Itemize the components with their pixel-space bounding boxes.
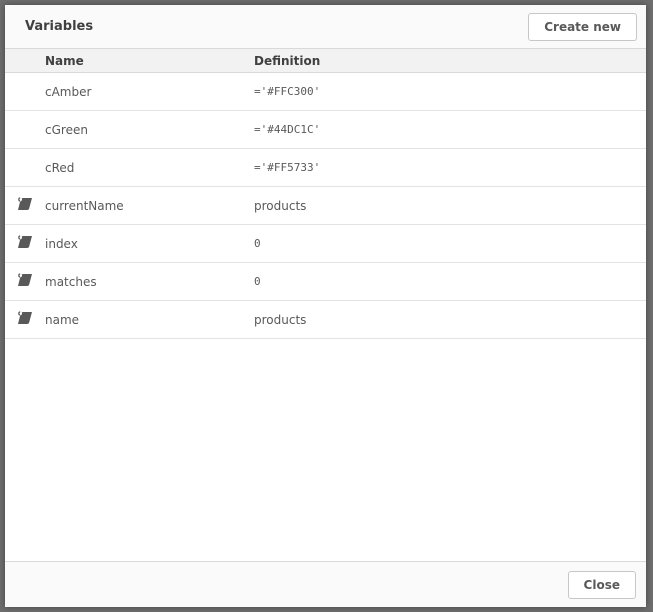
variable-definition: products bbox=[254, 198, 307, 213]
variable-row[interactable]: matches 0 bbox=[5, 263, 646, 301]
table-header: Name Definition bbox=[5, 49, 646, 73]
variable-name: currentName bbox=[45, 198, 124, 213]
script-icon bbox=[17, 235, 33, 252]
script-icon bbox=[17, 273, 33, 290]
column-header-definition[interactable]: Definition bbox=[254, 54, 646, 68]
variable-name: cAmber bbox=[45, 84, 92, 99]
variable-name: cRed bbox=[45, 160, 75, 175]
dialog-footer: Close bbox=[5, 561, 646, 607]
variable-definition: 0 bbox=[254, 275, 261, 288]
close-button[interactable]: Close bbox=[567, 570, 636, 599]
variable-row[interactable]: cGreen ='#44DC1C' bbox=[5, 111, 646, 149]
variable-row[interactable]: cRed ='#FF5733' bbox=[5, 149, 646, 187]
variable-definition: products bbox=[254, 312, 307, 327]
variables-dialog: Variables Create new Name Definition cAm… bbox=[5, 5, 646, 607]
variable-definition: 0 bbox=[254, 237, 261, 250]
variable-definition: ='#FFC300' bbox=[254, 85, 321, 98]
script-icon bbox=[17, 197, 33, 214]
variable-name: name bbox=[45, 312, 80, 327]
variable-row[interactable]: name products bbox=[5, 301, 646, 339]
variables-list: cAmber ='#FFC300' cGreen ='#44DC1C' cRed ='#F… bbox=[5, 73, 646, 561]
variable-name: cGreen bbox=[45, 122, 88, 137]
variable-name: index bbox=[45, 236, 78, 251]
variable-row[interactable]: index 0 bbox=[5, 225, 646, 263]
variable-name: matches bbox=[45, 274, 97, 289]
dialog-header: Variables Create new bbox=[5, 5, 646, 49]
variable-row[interactable]: currentName products bbox=[5, 187, 646, 225]
variable-definition: ='#FF5733' bbox=[254, 161, 321, 174]
variable-definition: ='#44DC1C' bbox=[254, 123, 321, 136]
variable-row[interactable]: cAmber ='#FFC300' bbox=[5, 73, 646, 111]
script-icon bbox=[17, 311, 33, 328]
create-new-button[interactable]: Create new bbox=[528, 12, 637, 41]
column-header-name[interactable]: Name bbox=[45, 54, 254, 68]
dialog-title: Variables bbox=[25, 19, 94, 34]
